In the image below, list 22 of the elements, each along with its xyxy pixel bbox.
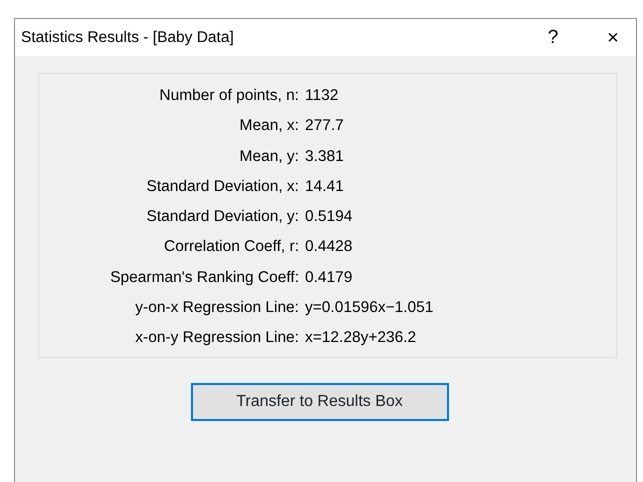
stat-label: x-on-y Regression Line:	[135, 329, 299, 346]
transfer-button[interactable]: Transfer to Results Box	[190, 383, 448, 422]
stat-label: Standard Deviation, y:	[146, 208, 299, 225]
stat-value: 0.4179	[305, 268, 352, 286]
stat-label: Correlation Coeff, r:	[164, 238, 299, 256]
stat-value: y=0.01596x−1.051	[305, 298, 434, 316]
stat-value: 0.4428	[305, 238, 352, 256]
stat-value: 3.381	[305, 148, 344, 164]
close-button[interactable]: ×	[590, 28, 636, 48]
stat-value: 14.41	[305, 178, 344, 195]
window-title: Statistics Results - [Baby Data]	[21, 28, 235, 48]
stat-value: x=12.28y+236.2	[305, 329, 416, 346]
stat-value: 0.5194	[305, 208, 352, 225]
stat-label: Spearman's Ranking Coeff:	[110, 268, 299, 286]
stat-label: y-on-x Regression Line:	[135, 298, 299, 316]
stat-label: Mean, y:	[240, 148, 299, 164]
stat-label: Mean, x:	[240, 117, 299, 134]
help-button[interactable]: ?	[530, 28, 576, 47]
stat-label: Standard Deviation, x:	[146, 178, 299, 195]
stat-value: 1132	[305, 87, 338, 104]
stat-value: 277.7	[305, 117, 344, 134]
stat-label: Number of points, n:	[159, 87, 299, 104]
